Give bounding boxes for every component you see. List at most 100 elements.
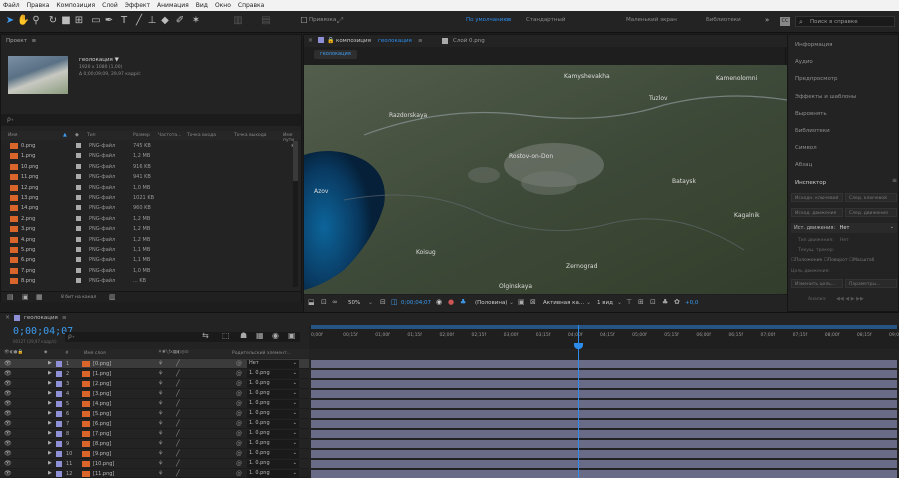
- project-file-row[interactable]: 5.png PNG-файл 1,1 MB: [1, 245, 291, 255]
- right-panel-item[interactable]: Абзац: [791, 158, 891, 172]
- expand-arrow-icon[interactable]: ▶: [48, 460, 52, 466]
- parent-select[interactable]: 1. 0.png ⌄: [247, 400, 299, 408]
- time-ruler[interactable]: 0;00f 00;15f 01;00f 01;15f 02;00f 02;15f 03;00…: [309, 325, 899, 349]
- quality-switch-icon[interactable]: ╱: [176, 370, 180, 377]
- viewer-timecode[interactable]: 0;00;04;07: [401, 300, 431, 306]
- file-label-swatch[interactable]: [76, 205, 81, 211]
- expand-arrow-icon[interactable]: ▶: [48, 380, 52, 386]
- file-label-swatch[interactable]: [76, 153, 81, 159]
- expand-arrow-icon[interactable]: ▶: [48, 450, 52, 456]
- layer-row[interactable]: 👁 ▶ 3 [2.png] ⚘ ╱ @1. 0.png ⌄: [0, 379, 899, 389]
- flowchart-view-icon[interactable]: ♣: [662, 298, 668, 306]
- right-panel-item[interactable]: Библиотеки: [791, 124, 891, 138]
- project-search[interactable]: ρ₊: [1, 114, 301, 126]
- layer-label-swatch[interactable]: [56, 421, 62, 427]
- layer-duration-bar[interactable]: [311, 360, 897, 368]
- timeline-search[interactable]: ρ₊: [65, 332, 300, 342]
- project-file-row[interactable]: 10.png PNG-файл 916 KB: [1, 162, 291, 172]
- project-file-row[interactable]: 11.png PNG-файл 941 KB: [1, 172, 291, 182]
- layer-name[interactable]: [5.png]: [93, 411, 111, 417]
- parent-select[interactable]: 1. 0.png ⌄: [247, 440, 299, 448]
- motion-blur-icon[interactable]: ◉: [272, 331, 279, 340]
- delete-icon[interactable]: ▥: [109, 293, 116, 301]
- col-out[interactable]: Точка выхода: [234, 133, 267, 138]
- eye-icon[interactable]: 👁: [4, 430, 12, 437]
- timeline-comp-name[interactable]: геолокация: [24, 315, 58, 321]
- workspace-libraries[interactable]: Библиотеки: [706, 17, 741, 23]
- layer-row[interactable]: 👁 ▶ 1 [0.png] ⚘ ╱ @ Нет ⌄: [0, 359, 899, 369]
- layer-name[interactable]: [2.png]: [93, 381, 111, 387]
- close-tab-icon[interactable]: ×: [308, 37, 313, 44]
- workspace-standard[interactable]: Стандартный: [526, 17, 565, 23]
- pickwhip-icon[interactable]: @: [236, 440, 242, 447]
- text-tool-icon[interactable]: T: [118, 15, 130, 27]
- eye-icon[interactable]: 👁: [4, 380, 12, 387]
- col-parent[interactable]: Родительский элемент...: [232, 351, 291, 356]
- camera-tool-icon[interactable]: ■: [60, 15, 72, 27]
- right-panel-item[interactable]: Эффекты и шаблоны: [791, 90, 891, 104]
- transparency-grid-icon[interactable]: ⊠: [530, 298, 536, 306]
- comp-tab-menu[interactable]: ≡: [418, 38, 423, 44]
- layer-name[interactable]: [1.png]: [93, 371, 111, 377]
- more-workspaces-icon[interactable]: »: [765, 16, 769, 24]
- parent-select[interactable]: 1. 0.png ⌄: [247, 460, 299, 468]
- parent-select[interactable]: 1. 0.png ⌄: [247, 370, 299, 378]
- layer-name[interactable]: [7.png]: [93, 431, 111, 437]
- layer-duration-bar[interactable]: [311, 390, 897, 398]
- eye-icon[interactable]: 👁: [4, 390, 12, 397]
- right-panel-item[interactable]: Информация: [791, 38, 891, 52]
- zoom-tool-icon[interactable]: ⚲: [30, 15, 42, 27]
- file-label-swatch[interactable]: [76, 257, 81, 263]
- quality-switch-icon[interactable]: ╱: [176, 410, 180, 417]
- project-scrollbar[interactable]: [293, 141, 298, 287]
- pickwhip-icon[interactable]: @: [236, 390, 242, 397]
- layer-duration-bar[interactable]: [311, 400, 897, 408]
- quality-switch-icon[interactable]: ╱: [176, 360, 180, 367]
- shy-switch-icon[interactable]: ⚘: [158, 450, 163, 457]
- shy-switch-icon[interactable]: ⚘: [158, 460, 163, 467]
- file-label-swatch[interactable]: [76, 195, 81, 200]
- always-preview-icon[interactable]: ⬓: [308, 298, 315, 306]
- expand-arrow-icon[interactable]: ▶: [48, 410, 52, 416]
- new-folder-icon[interactable]: ▣: [22, 293, 29, 301]
- layer-row[interactable]: 👁 ▶ 7 [6.png] ⚘ ╱ @1. 0.png ⌄: [0, 419, 899, 429]
- quality-switch-icon[interactable]: ╱: [176, 380, 180, 387]
- sort-ascending-icon[interactable]: ▲: [63, 132, 67, 138]
- pickwhip-icon[interactable]: @: [236, 400, 242, 407]
- parent-select[interactable]: 1. 0.png ⌄: [247, 390, 299, 398]
- menu-file[interactable]: Файл: [3, 2, 20, 9]
- workspace-default[interactable]: По умолчанию: [466, 17, 508, 23]
- flowchart-icon[interactable]: ⊞: [638, 298, 644, 306]
- zoom-dropdown-icon[interactable]: ⌄: [368, 299, 373, 306]
- creative-cloud-icon[interactable]: CC: [780, 17, 790, 26]
- project-file-row[interactable]: 2.png PNG-файл 1,2 MB: [1, 214, 291, 224]
- resolution-dropdown-icon[interactable]: ⌄: [509, 299, 514, 306]
- project-scrollbar-thumb[interactable]: [293, 141, 298, 181]
- file-label-swatch[interactable]: [76, 226, 81, 232]
- comp-tab-name[interactable]: геолокация: [378, 38, 412, 44]
- project-file-row[interactable]: 12.png PNG-файл 1,0 MB: [1, 183, 291, 193]
- roi-icon[interactable]: ▣: [518, 298, 525, 306]
- project-file-row[interactable]: 8.png PNG-файл ... KB: [1, 276, 291, 286]
- comp-tab-title[interactable]: композиция: [336, 38, 371, 44]
- file-label-swatch[interactable]: [76, 143, 81, 148]
- pickwhip-icon[interactable]: @: [236, 380, 242, 387]
- resolution-select[interactable]: (Половина): [475, 300, 507, 306]
- layer-label-swatch[interactable]: [56, 441, 62, 447]
- layer-name[interactable]: [11.png]: [93, 471, 114, 477]
- rotate-tool-icon[interactable]: ↻: [47, 15, 59, 27]
- eye-icon[interactable]: 👁: [4, 460, 12, 467]
- layer-name[interactable]: [3.png]: [93, 391, 111, 397]
- project-file-row[interactable]: 7.png PNG-файл 1,0 MB: [1, 266, 291, 276]
- hand-tool-icon[interactable]: ✋: [17, 15, 29, 27]
- pan-behind-tool-icon[interactable]: ⊞: [73, 15, 85, 27]
- shy-switch-icon[interactable]: ⚘: [158, 420, 163, 427]
- layer-label-swatch[interactable]: [56, 461, 62, 467]
- expand-arrow-icon[interactable]: ▶: [48, 360, 52, 366]
- layer-name[interactable]: [10.png]: [93, 461, 114, 467]
- comp-mini-flowchart-icon[interactable]: ⇆: [202, 331, 209, 340]
- pen-tool-icon[interactable]: ✒: [103, 15, 115, 27]
- file-label-swatch[interactable]: [76, 184, 81, 190]
- layer-row[interactable]: 👁 ▶ 11 [10.png] ⚘ ╱ @1. 0.png ⌄: [0, 459, 899, 469]
- help-search[interactable]: ⌕ Поиск в справке: [795, 16, 895, 27]
